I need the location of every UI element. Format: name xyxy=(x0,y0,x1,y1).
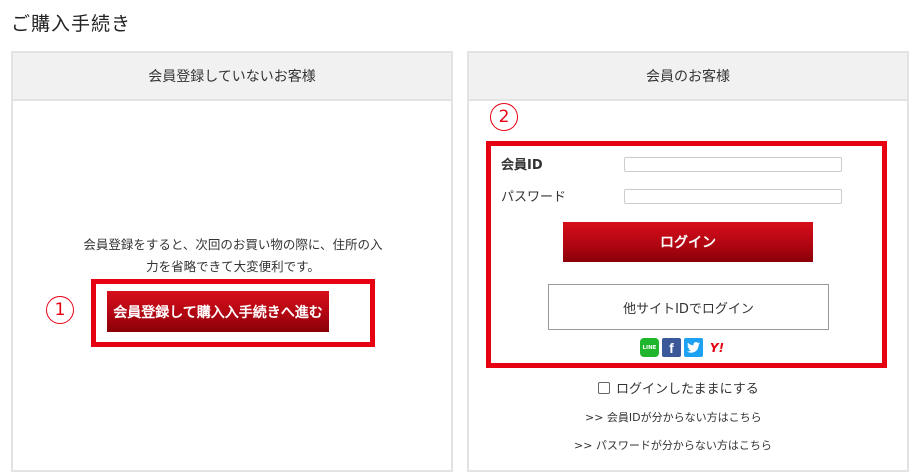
guest-panel-header: 会員登録していないお客様 xyxy=(13,53,451,101)
marker-2: 2 xyxy=(490,103,518,131)
forgot-password-link[interactable]: >> パスワードが分からない方はこちら xyxy=(574,437,772,453)
password-input[interactable] xyxy=(624,189,842,204)
line-icon[interactable]: LINE xyxy=(640,338,659,357)
yahoo-icon[interactable]: Y! xyxy=(706,338,728,357)
guest-description-line2: 力を省略できて大変便利です。 xyxy=(146,259,320,274)
keep-login-label: ログインしたままにする xyxy=(616,382,759,397)
login-button[interactable]: ログイン xyxy=(563,222,813,262)
register-and-checkout-button[interactable]: 会員登録して購入入手続きへ進む xyxy=(107,291,329,332)
member-id-label: 会員ID xyxy=(501,158,543,173)
keep-login-checkbox[interactable] xyxy=(598,381,610,394)
keep-login-option[interactable]: ログインしたままにする xyxy=(598,378,759,397)
guest-panel: 会員登録していないお客様 会員登録をすると、次回のお買い物の際に、住所の入 力を… xyxy=(11,51,453,472)
social-login-icons: LINE f Y! xyxy=(640,338,728,357)
member-panel: 会員のお客様 2 会員ID パスワード ログイン 他サイトIDでログイン LIN… xyxy=(467,51,909,472)
guest-description-line1: 会員登録をすると、次回のお買い物の際に、住所の入 xyxy=(83,237,383,252)
page-title: ご購入手続き xyxy=(11,13,132,35)
twitter-icon[interactable] xyxy=(684,338,703,357)
guest-description: 会員登録をすると、次回のお買い物の際に、住所の入 力を省略できて大変便利です。 xyxy=(45,234,421,278)
password-label: パスワード xyxy=(501,190,567,205)
member-id-input[interactable] xyxy=(624,157,842,172)
marker-1: 1 xyxy=(46,296,74,324)
other-site-login-button[interactable]: 他サイトIDでログイン xyxy=(548,284,829,330)
facebook-icon[interactable]: f xyxy=(662,338,681,357)
member-panel-header: 会員のお客様 xyxy=(469,53,907,101)
forgot-id-link[interactable]: >> 会員IDが分からない方はこちら xyxy=(585,409,762,425)
